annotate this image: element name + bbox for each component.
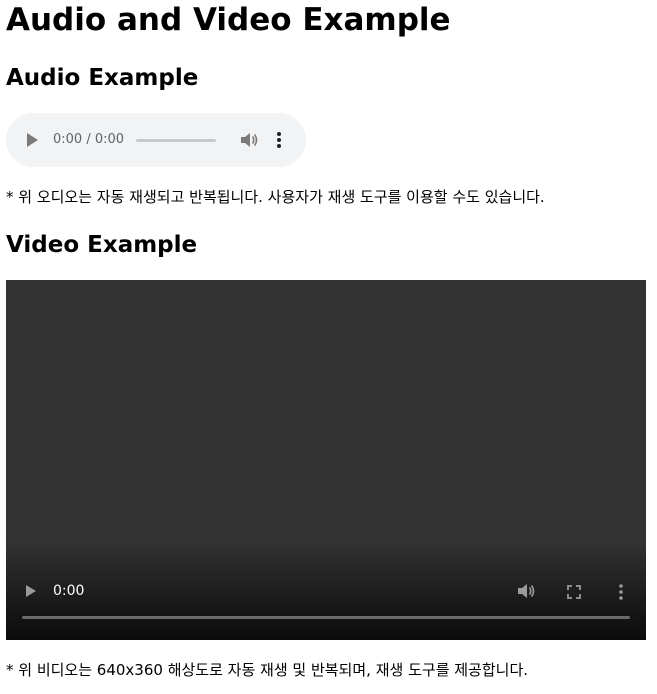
audio-progress-bar[interactable]	[136, 139, 216, 142]
audio-heading: Audio Example	[6, 65, 199, 91]
more-vert-icon[interactable]	[276, 130, 282, 150]
volume-icon[interactable]	[516, 582, 536, 600]
more-vert-icon[interactable]	[618, 582, 624, 602]
play-icon[interactable]	[26, 585, 36, 597]
video-note: * 위 비디오는 640x360 해상도로 자동 재생 및 반복되며, 재생 도…	[6, 661, 529, 679]
volume-icon[interactable]	[239, 131, 259, 149]
play-icon[interactable]	[27, 133, 38, 147]
video-time-display: 0:00	[53, 583, 85, 599]
page-title: Audio and Video Example	[6, 2, 451, 38]
audio-time-display: 0:00 / 0:00	[53, 132, 125, 147]
audio-note: * 위 오디오는 자동 재생되고 반복됩니다. 사용자가 재생 도구를 이용할 …	[6, 188, 545, 206]
fullscreen-icon[interactable]	[566, 584, 582, 600]
video-heading: Video Example	[6, 232, 198, 258]
audio-player[interactable]: 0:00 / 0:00	[6, 113, 306, 167]
video-progress-bar[interactable]	[22, 616, 630, 619]
video-player[interactable]: 0:00	[6, 280, 646, 640]
